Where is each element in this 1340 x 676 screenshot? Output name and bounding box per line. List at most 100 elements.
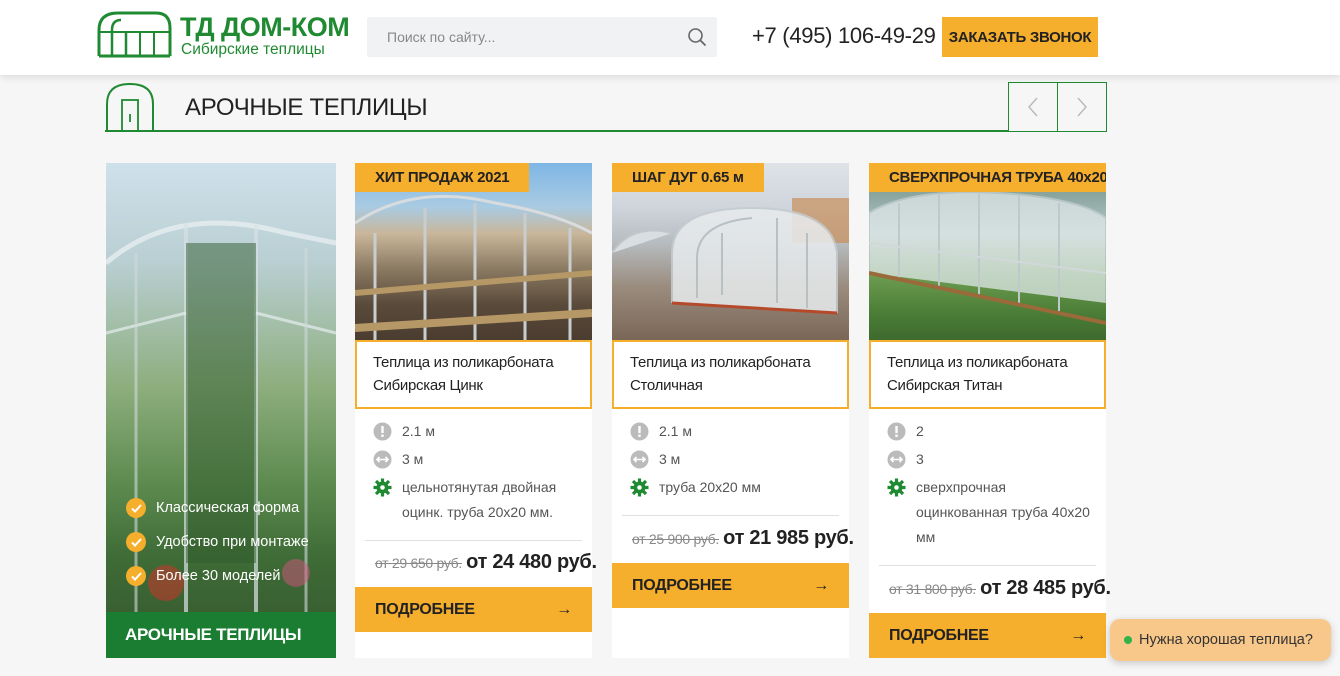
spec-frame: цельнотянутая двойная оцинк. труба 20х20… (373, 475, 582, 525)
logo[interactable]: ТД ДОМ-КОМ Сибирские теплицы (96, 10, 350, 62)
product-specs: 2 3 сверхпрочная оцинкованная труба 40х2… (887, 419, 1096, 553)
product-price: от 29 650 руб. от 24 480 руб. (375, 551, 597, 574)
arrow-right-icon: → (813, 576, 829, 594)
more-details-label: ПОДРОБНЕЕ (889, 626, 989, 644)
spec-value: сверхпрочная оцинкованная труба 40х20 мм (916, 479, 1090, 545)
order-callback-button[interactable]: ЗАКАЗАТЬ ЗВОНОК (942, 17, 1098, 57)
promo-card[interactable]: Классическая форма Удобство при монтаже … (106, 163, 336, 658)
product-badge: СВЕРХПРОЧНАЯ ТРУБА 40х20 (869, 163, 1106, 192)
product-specs: 2.1 м 3 м цельнотянутая двойная оцинк. т… (373, 419, 582, 528)
promo-feature-label: Классическая форма (156, 500, 300, 516)
product-card[interactable]: ШАГ ДУГ 0.65 м Теплица из поликарбоната … (612, 163, 854, 658)
carousel-prev-button[interactable] (1008, 82, 1058, 132)
chat-label: Нужна хорошая теплица? (1139, 632, 1313, 648)
section-title: АРОЧНЫЕ ТЕПЛИЦЫ (185, 94, 428, 121)
search-icon[interactable] (687, 27, 707, 47)
product-image[interactable]: ХИТ ПРОДАЖ 2021 (355, 163, 592, 340)
spec-value: 3 м (402, 451, 424, 467)
info-icon (630, 422, 649, 441)
spec-width: 2 (887, 419, 1096, 444)
more-details-button[interactable]: ПОДРОБНЕЕ → (869, 613, 1106, 658)
promo-feature: Классическая форма (126, 491, 309, 525)
promo-feature: Более 30 моделей (126, 559, 309, 593)
arrow-right-icon: → (556, 600, 572, 618)
spec-width: 2.1 м (630, 419, 839, 444)
product-title-line: Теплица из поликарбоната (630, 354, 811, 371)
spec-value: 2.1 м (659, 423, 692, 439)
arch-greenhouse-icon (106, 82, 154, 132)
spec-value: 2 (916, 423, 924, 439)
chevron-left-icon (1027, 97, 1038, 117)
check-icon (126, 498, 146, 518)
spec-value: 3 (916, 451, 924, 467)
promo-feature-label: Более 30 моделей (156, 568, 281, 584)
old-price: от 25 900 руб. (632, 531, 719, 547)
info-icon (887, 422, 906, 441)
arrows-horizontal-icon (630, 450, 649, 469)
product-title[interactable]: Теплица из поликарбоната Сибирская Цинк (355, 340, 592, 409)
divider (622, 515, 839, 516)
product-price: от 25 900 руб. от 21 985 руб. (632, 527, 854, 550)
greenhouse-logo-icon (97, 11, 172, 58)
arrows-horizontal-icon (887, 450, 906, 469)
product-title-line: Столичная (630, 377, 703, 394)
product-card[interactable]: ХИТ ПРОДАЖ 2021 Теплица из поликарбоната… (355, 163, 597, 658)
product-title-line: Теплица из поликарбоната (373, 354, 554, 371)
info-icon (373, 422, 392, 441)
spec-value: труба 20х20 мм (659, 479, 761, 495)
product-image[interactable]: ШАГ ДУГ 0.65 м (612, 163, 849, 340)
spec-value: 3 м (659, 451, 681, 467)
spec-frame: сверхпрочная оцинкованная труба 40х20 мм (887, 475, 1096, 550)
spec-length: 3 м (373, 447, 582, 472)
product-badge: ШАГ ДУГ 0.65 м (612, 163, 764, 192)
phone-number[interactable]: +7 (495) 106-49-29 (752, 23, 936, 49)
search-input[interactable] (367, 17, 677, 57)
product-title-line: Сибирская Титан (887, 377, 1003, 394)
old-price: от 29 650 руб. (375, 555, 462, 571)
spec-width: 2.1 м (373, 419, 582, 444)
product-title-line: Теплица из поликарбоната (887, 354, 1068, 371)
promo-category-label[interactable]: АРОЧНЫЕ ТЕПЛИЦЫ (106, 612, 336, 658)
promo-feature: Удобство при монтаже (126, 525, 309, 559)
logo-title: ТД ДОМ-КОМ (180, 12, 350, 42)
more-details-button[interactable]: ПОДРОБНЕЕ → (612, 563, 849, 608)
section-header: АРОЧНЫЕ ТЕПЛИЦЫ (105, 82, 1107, 132)
site-header: ТД ДОМ-КОМ Сибирские теплицы +7 (495) 10… (0, 0, 1340, 75)
chevron-right-icon (1077, 97, 1088, 117)
new-price: от 21 985 руб. (723, 527, 854, 549)
promo-features: Классическая форма Удобство при монтаже … (126, 491, 309, 593)
spec-length: 3 (887, 447, 1096, 472)
gear-icon (373, 478, 392, 497)
more-details-label: ПОДРОБНЕЕ (632, 576, 732, 594)
product-title[interactable]: Теплица из поликарбоната Сибирская Титан (869, 340, 1106, 409)
product-title[interactable]: Теплица из поликарбоната Столичная (612, 340, 849, 409)
gear-icon (887, 478, 906, 497)
product-title-line: Сибирская Цинк (373, 377, 483, 394)
check-icon (126, 532, 146, 552)
gear-icon (630, 478, 649, 497)
new-price: от 24 480 руб. (466, 551, 597, 573)
online-status-icon (1124, 636, 1132, 644)
promo-feature-label: Удобство при монтаже (156, 534, 309, 550)
product-specs: 2.1 м 3 м труба 20х20 мм (630, 419, 839, 503)
more-details-label: ПОДРОБНЕЕ (375, 600, 475, 618)
arrow-right-icon: → (1070, 626, 1086, 644)
check-icon (126, 566, 146, 586)
old-price: от 31 800 руб. (889, 581, 976, 597)
search-box (367, 17, 717, 57)
new-price: от 28 485 руб. (980, 577, 1111, 599)
carousel-next-button[interactable] (1057, 82, 1107, 132)
spec-length: 3 м (630, 447, 839, 472)
product-image[interactable]: СВЕРХПРОЧНАЯ ТРУБА 40х20 (869, 163, 1106, 340)
product-price: от 31 800 руб. от 28 485 руб. (889, 577, 1111, 600)
spec-value: 2.1 м (402, 423, 435, 439)
spec-frame: труба 20х20 мм (630, 475, 839, 500)
divider (879, 565, 1096, 566)
more-details-button[interactable]: ПОДРОБНЕЕ → (355, 587, 592, 632)
product-card[interactable]: СВЕРХПРОЧНАЯ ТРУБА 40х20 Теплица из поли… (869, 163, 1111, 658)
arrows-horizontal-icon (373, 450, 392, 469)
product-badge: ХИТ ПРОДАЖ 2021 (355, 163, 530, 192)
logo-subtitle: Сибирские теплицы (181, 41, 325, 58)
spec-value: цельнотянутая двойная оцинк. труба 20х20… (402, 479, 557, 520)
chat-widget-button[interactable]: Нужна хорошая теплица? (1110, 619, 1331, 661)
